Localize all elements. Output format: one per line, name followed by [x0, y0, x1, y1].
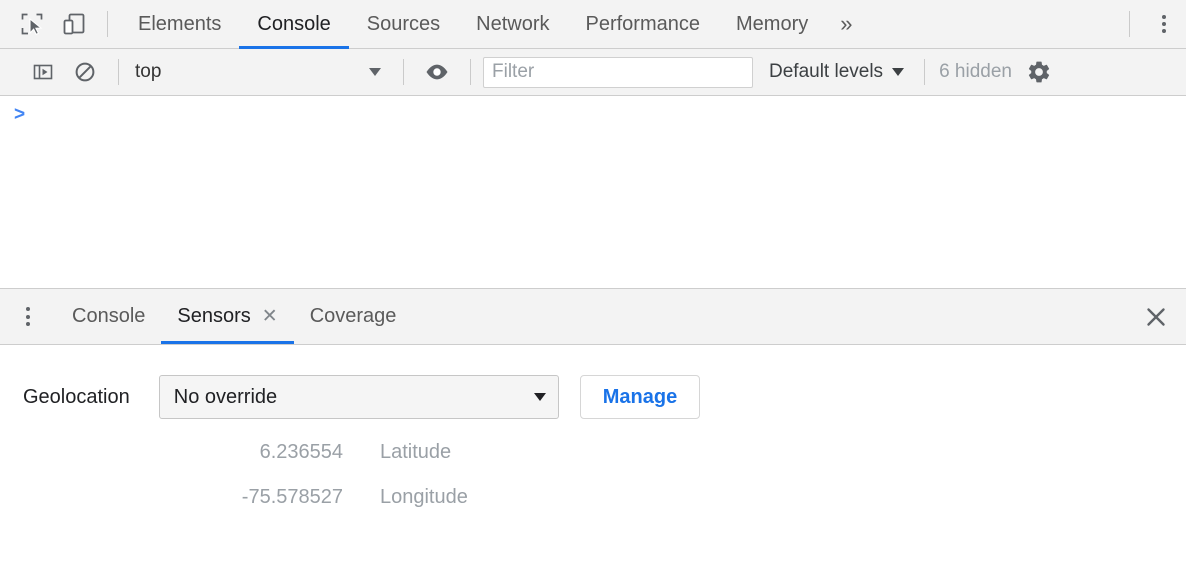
tab-sources-label: Sources: [367, 13, 440, 36]
tab-elements-label: Elements: [138, 13, 221, 36]
tab-console-label: Console: [257, 13, 330, 36]
drawer-tab-sensors-label: Sensors: [177, 305, 250, 328]
drawer-tab-console-label: Console: [72, 305, 145, 328]
dot: [1162, 22, 1166, 26]
dot: [1162, 15, 1166, 19]
close-icon[interactable]: ✕: [262, 307, 278, 326]
close-icon-glyph: [1143, 304, 1169, 330]
tab-performance[interactable]: Performance: [568, 0, 719, 49]
more-tabs-label: »: [840, 11, 852, 37]
console-prompt-row[interactable]: >: [0, 104, 1186, 134]
latitude-input[interactable]: [183, 441, 343, 464]
latitude-row: Latitude: [0, 441, 1186, 464]
clear-console-icon-glyph: [73, 60, 97, 84]
dot: [1162, 29, 1166, 33]
tab-memory-label: Memory: [736, 13, 808, 36]
live-expression-eye-icon-glyph: [424, 59, 450, 85]
console-prompt-chevron-icon: >: [14, 104, 25, 126]
close-drawer-icon[interactable]: [1126, 289, 1186, 344]
log-levels-label: Default levels: [769, 61, 883, 83]
drawer-tabbar: Console Sensors ✕ Coverage: [0, 289, 1186, 345]
drawer-tab-sensors[interactable]: Sensors ✕: [161, 289, 293, 344]
execution-context-value: top: [135, 61, 361, 83]
chevron-down-icon: [369, 68, 381, 76]
panel-tabs: Elements Console Sources Network Perform…: [120, 0, 1117, 49]
more-tabs-chevron-icon[interactable]: »: [826, 0, 866, 49]
console-toolbar-divider-4: [924, 59, 925, 85]
chevron-down-icon: [892, 68, 904, 76]
drawer-menu-vertical-dots-icon[interactable]: [0, 289, 56, 344]
clear-console-icon[interactable]: [64, 51, 106, 93]
dot: [26, 322, 30, 326]
log-levels-select[interactable]: Default levels: [769, 61, 904, 83]
geolocation-override-value: No override: [174, 386, 534, 409]
tab-elements[interactable]: Elements: [120, 0, 239, 49]
devtools-main-tabbar: Elements Console Sources Network Perform…: [0, 0, 1186, 49]
main-tabbar-right: [1117, 2, 1186, 46]
geolocation-override-select[interactable]: No override: [159, 375, 559, 419]
console-output-area: >: [0, 96, 1186, 288]
vertical-dots-icon[interactable]: [1142, 2, 1186, 46]
longitude-label: Longitude: [380, 486, 468, 509]
longitude-input[interactable]: [183, 486, 343, 509]
settings-gear-icon-glyph: [1026, 59, 1052, 85]
latitude-label: Latitude: [380, 441, 451, 464]
longitude-row: Longitude: [0, 486, 1186, 509]
drawer-tab-console[interactable]: Console: [56, 289, 161, 344]
console-filter-input[interactable]: [483, 57, 753, 88]
toolbar-divider-right: [1129, 11, 1130, 37]
console-toolbar-divider-2: [403, 59, 404, 85]
hidden-messages-count: 6 hidden: [939, 61, 1012, 83]
tab-performance-label: Performance: [586, 13, 701, 36]
tab-network-label: Network: [476, 13, 549, 36]
console-filter-toolbar: top Default levels 6 hidden: [0, 49, 1186, 96]
toolbar-divider: [107, 11, 108, 37]
sensors-panel: Geolocation No override Manage Latitude …: [0, 345, 1186, 509]
drawer-tab-coverage-label: Coverage: [310, 305, 397, 328]
geolocation-label: Geolocation: [23, 386, 130, 409]
tab-sources[interactable]: Sources: [349, 0, 458, 49]
tab-console[interactable]: Console: [239, 0, 348, 49]
console-sidebar-toggle-icon-glyph: [31, 60, 55, 84]
settings-gear-icon[interactable]: [1018, 51, 1060, 93]
tab-memory[interactable]: Memory: [718, 0, 826, 49]
console-sidebar-toggle-icon[interactable]: [22, 51, 64, 93]
inspect-element-icon[interactable]: [11, 3, 53, 45]
dot: [26, 315, 30, 319]
execution-context-select[interactable]: top: [131, 57, 391, 87]
geolocation-row: Geolocation No override Manage: [0, 375, 1186, 419]
device-toolbar-icon-glyph: [61, 11, 87, 37]
console-toolbar-divider-3: [470, 59, 471, 85]
drawer-tab-coverage[interactable]: Coverage: [294, 289, 413, 344]
live-expression-eye-icon[interactable]: [416, 51, 458, 93]
tab-network[interactable]: Network: [458, 0, 567, 49]
chevron-down-icon: [534, 393, 546, 401]
devtools-drawer: Console Sensors ✕ Coverage Geolocation N…: [0, 288, 1186, 586]
inspect-element-icon-glyph: [19, 11, 45, 37]
manage-locations-button[interactable]: Manage: [580, 375, 700, 419]
dot: [26, 307, 30, 311]
console-toolbar-divider-1: [118, 59, 119, 85]
device-toolbar-icon[interactable]: [53, 3, 95, 45]
